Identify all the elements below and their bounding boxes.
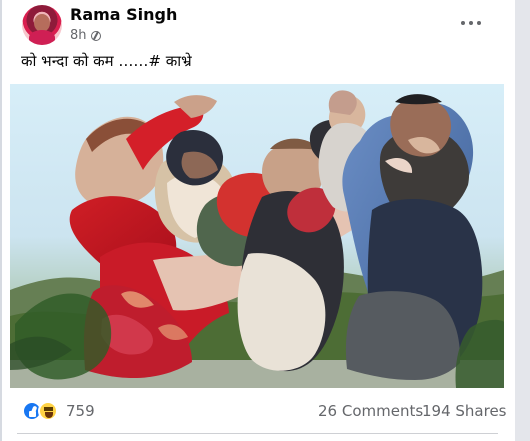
haha-icon [38,401,58,421]
left-border [0,0,2,441]
post-photo[interactable] [10,84,504,388]
globe-icon [90,31,101,41]
more-options-icon [477,21,481,25]
shares-link[interactable]: 194 Shares [422,402,507,420]
author-avatar[interactable] [22,5,62,45]
reaction-count[interactable]: 759 [66,402,95,420]
post-caption: को भन्दा को कम ……# काभ्रे [21,52,192,70]
more-options-icon [461,21,465,25]
post-meta: 8h [70,29,101,43]
more-options-button[interactable] [454,13,488,33]
post-header: Rama Singh 8h [0,0,515,52]
more-options-icon [469,21,473,25]
comments-link[interactable]: 26 Comments [318,402,423,420]
footer-divider [17,433,498,434]
engagement-bar: 759 26 Comments 194 Shares [0,393,515,428]
author-name[interactable]: Rama Singh [70,6,177,24]
dancing-people-photo [10,84,504,388]
reaction-icons [22,400,60,422]
facebook-post-card: Rama Singh 8h को भन्दा को कम ……# काभ्रे [0,0,515,441]
reactions-summary[interactable]: 759 [22,399,95,423]
right-gutter [515,0,530,441]
post-time[interactable]: 8h [70,29,87,43]
